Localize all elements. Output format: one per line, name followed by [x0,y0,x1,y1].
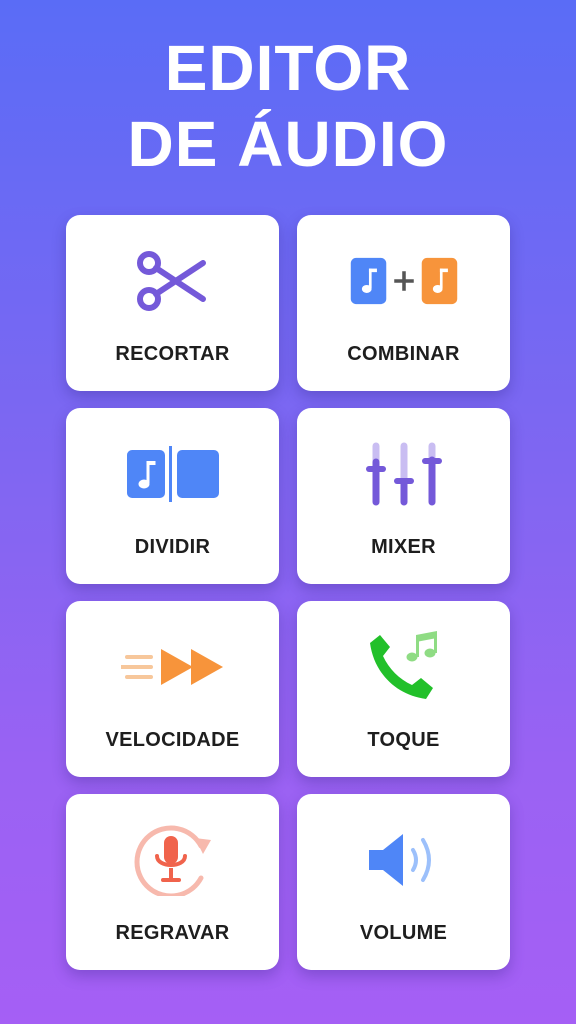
tool-card-velocidade[interactable]: VELOCIDADE [66,601,279,777]
page-title: EDITOR DE ÁUDIO [0,30,576,182]
tool-label: REGRAVAR [115,922,230,944]
split-audio-icon [118,440,228,508]
tool-card-mixer[interactable]: MIXER [297,408,510,584]
tool-card-regravar[interactable]: REGRAVAR [66,794,279,970]
tool-label: VOLUME [359,922,448,944]
scissors-icon [118,247,228,315]
tool-card-dividir[interactable]: DIVIDIR [66,408,279,584]
title-line-1: EDITOR [164,32,412,104]
tool-label: VELOCIDADE [105,729,240,751]
tool-label: RECORTAR [115,343,230,365]
re-record-mic-icon [118,825,228,896]
tool-label: MIXER [371,536,436,558]
tools-grid: RECORTAR COMBINAR DIVIDIR MIXER VELOCIDA… [66,215,510,970]
merge-audio-icon [349,247,459,315]
tool-card-recortar[interactable]: RECORTAR [66,215,279,391]
tool-label: DIVIDIR [134,536,211,558]
mixer-sliders-icon [349,440,459,508]
title-line-2: DE ÁUDIO [127,108,449,180]
tool-label: TOQUE [367,729,440,751]
tool-card-volume[interactable]: VOLUME [297,794,510,970]
speaker-volume-icon [349,826,459,894]
tool-card-toque[interactable]: TOQUE [297,601,510,777]
tool-label: COMBINAR [347,343,460,365]
ringtone-phone-icon [349,631,459,701]
fast-forward-icon [118,633,228,701]
tool-card-combinar[interactable]: COMBINAR [297,215,510,391]
